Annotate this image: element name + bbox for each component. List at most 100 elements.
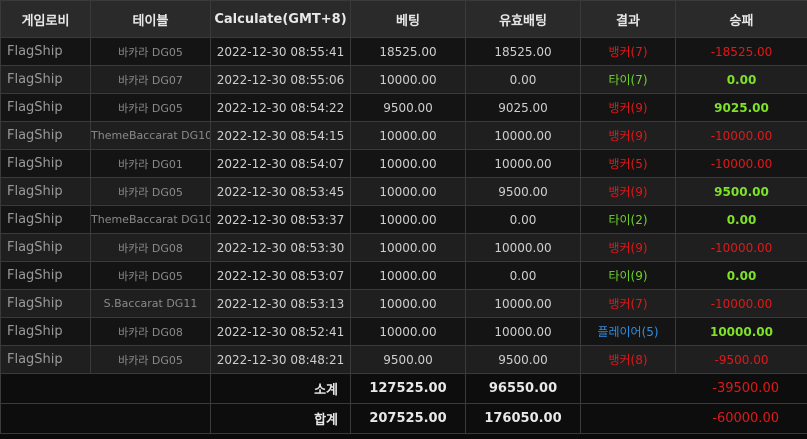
table-row: FlagShip 바카라 DG05 2022-12-30 08:48:21 9500.… (0, 345, 807, 374)
subtotal-valid-bet: 96550.00 (465, 373, 581, 404)
valid-bet-cell: 10000.00 (465, 289, 581, 318)
winloss-cell: 0.00 (675, 261, 807, 290)
lobby-cell: FlagShip (0, 65, 91, 94)
table-row: FlagShip 바카라 DG08 2022-12-30 08:52:41 10000… (0, 317, 807, 346)
col-header-lobby: 게임로비 (0, 0, 91, 38)
lobby-cell: FlagShip (0, 177, 91, 206)
winloss-cell: 0.00 (675, 65, 807, 94)
winloss-cell: -9500.00 (675, 345, 807, 374)
time-cell: 2022-12-30 08:54:07 (210, 149, 351, 178)
table-name-cell: 바카라 DG05 (90, 261, 211, 290)
bet-cell: 10000.00 (350, 65, 466, 94)
table-row: FlagShip 바카라 DG05 2022-12-30 08:53:45 10000… (0, 177, 807, 206)
subtotal-bet: 127525.00 (350, 373, 466, 404)
bet-cell: 10000.00 (350, 121, 466, 150)
lobby-cell: FlagShip (0, 289, 91, 318)
subtotal-winloss: -39500.00 (580, 373, 807, 404)
valid-bet-cell: 9025.00 (465, 93, 581, 122)
bet-cell: 9500.00 (350, 93, 466, 122)
bet-cell: 10000.00 (350, 317, 466, 346)
result-cell: 뱅커(8) (580, 345, 676, 374)
result-cell: 뱅커(7) (580, 37, 676, 66)
table-row: FlagShip 바카라 DG08 2022-12-30 08:53:30 10000… (0, 233, 807, 262)
total-winloss: -60000.00 (580, 403, 807, 434)
winloss-cell: -10000.00 (675, 121, 807, 150)
valid-bet-cell: 0.00 (465, 261, 581, 290)
winloss-cell: -10000.00 (675, 289, 807, 318)
bet-cell: 10000.00 (350, 205, 466, 234)
time-cell: 2022-12-30 08:48:21 (210, 345, 351, 374)
table-name-cell: ThemeBaccarat DG10 (90, 121, 211, 150)
table-name-cell: 바카라 DG08 (90, 233, 211, 262)
winloss-cell: 10000.00 (675, 317, 807, 346)
winloss-cell: 9025.00 (675, 93, 807, 122)
lobby-cell: FlagShip (0, 149, 91, 178)
subtotal-label: 소계 (210, 373, 351, 404)
time-cell: 2022-12-30 08:55:41 (210, 37, 351, 66)
result-cell: 타이(2) (580, 205, 676, 234)
lobby-cell: FlagShip (0, 317, 91, 346)
time-cell: 2022-12-30 08:53:37 (210, 205, 351, 234)
col-header-valid-bet: 유효배팅 (465, 0, 581, 38)
winloss-cell: 9500.00 (675, 177, 807, 206)
valid-bet-cell: 0.00 (465, 65, 581, 94)
table-row: FlagShip ThemeBaccarat DG10 2022-12-30 08:… (0, 121, 807, 150)
lobby-cell: FlagShip (0, 205, 91, 234)
time-cell: 2022-12-30 08:54:22 (210, 93, 351, 122)
winloss-cell: 0.00 (675, 205, 807, 234)
table-name-cell: 바카라 DG05 (90, 37, 211, 66)
bet-cell: 10000.00 (350, 261, 466, 290)
table-name-cell: 바카라 DG08 (90, 317, 211, 346)
result-cell: 플레이어(5) (580, 317, 676, 346)
table-row: FlagShip 바카라 DG05 2022-12-30 08:55:41 18525… (0, 37, 807, 66)
bet-cell: 10000.00 (350, 233, 466, 262)
time-cell: 2022-12-30 08:53:45 (210, 177, 351, 206)
total-bet: 207525.00 (350, 403, 466, 434)
total-row: 합계 207525.00 176050.00 -60000.00 (0, 403, 807, 434)
bet-cell: 10000.00 (350, 177, 466, 206)
winloss-cell: -10000.00 (675, 233, 807, 262)
result-cell: 뱅커(9) (580, 233, 676, 262)
table-name-cell: S.Baccarat DG11 (90, 289, 211, 318)
result-cell: 뱅커(5) (580, 149, 676, 178)
lobby-cell: FlagShip (0, 121, 91, 150)
header-row: 게임로비 테이블 Calculate(GMT+8) 베팅 유효배팅 결과 승패 (0, 0, 807, 38)
col-header-bet: 베팅 (350, 0, 466, 38)
valid-bet-cell: 10000.00 (465, 233, 581, 262)
table-row: FlagShip ThemeBaccarat DG10 2022-12-30 08:… (0, 205, 807, 234)
valid-bet-cell: 18525.00 (465, 37, 581, 66)
valid-bet-cell: 9500.00 (465, 345, 581, 374)
bet-history-table: 게임로비 테이블 Calculate(GMT+8) 베팅 유효배팅 결과 승패 … (0, 0, 807, 434)
result-cell: 뱅커(7) (580, 289, 676, 318)
winloss-cell: -18525.00 (675, 37, 807, 66)
bet-cell: 18525.00 (350, 37, 466, 66)
col-header-winloss: 승패 (675, 0, 807, 38)
valid-bet-cell: 10000.00 (465, 149, 581, 178)
lobby-cell: FlagShip (0, 261, 91, 290)
result-cell: 뱅커(9) (580, 121, 676, 150)
table-row: FlagShip 바카라 DG05 2022-12-30 08:53:07 10000… (0, 261, 807, 290)
result-cell: 뱅커(9) (580, 93, 676, 122)
result-cell: 타이(9) (580, 261, 676, 290)
table-name-cell: 바카라 DG07 (90, 65, 211, 94)
subtotal-row: 소계 127525.00 96550.00 -39500.00 (0, 373, 807, 404)
table-body: FlagShip 바카라 DG05 2022-12-30 08:55:41 18525… (0, 37, 807, 374)
table-row: FlagShip S.Baccarat DG11 2022-12-30 08:53:… (0, 289, 807, 318)
table-name-cell: ThemeBaccarat DG10 (90, 205, 211, 234)
bet-cell: 10000.00 (350, 289, 466, 318)
col-header-table: 테이블 (90, 0, 211, 38)
time-cell: 2022-12-30 08:54:15 (210, 121, 351, 150)
result-cell: 타이(7) (580, 65, 676, 94)
winloss-cell: -10000.00 (675, 149, 807, 178)
valid-bet-cell: 10000.00 (465, 317, 581, 346)
table-row: FlagShip 바카라 DG05 2022-12-30 08:54:22 9500.… (0, 93, 807, 122)
bet-cell: 9500.00 (350, 345, 466, 374)
lobby-cell: FlagShip (0, 233, 91, 262)
result-cell: 뱅커(9) (580, 177, 676, 206)
time-cell: 2022-12-30 08:53:07 (210, 261, 351, 290)
table-row: FlagShip 바카라 DG01 2022-12-30 08:54:07 10000… (0, 149, 807, 178)
lobby-cell: FlagShip (0, 37, 91, 66)
bet-cell: 10000.00 (350, 149, 466, 178)
valid-bet-cell: 10000.00 (465, 121, 581, 150)
total-valid-bet: 176050.00 (465, 403, 581, 434)
